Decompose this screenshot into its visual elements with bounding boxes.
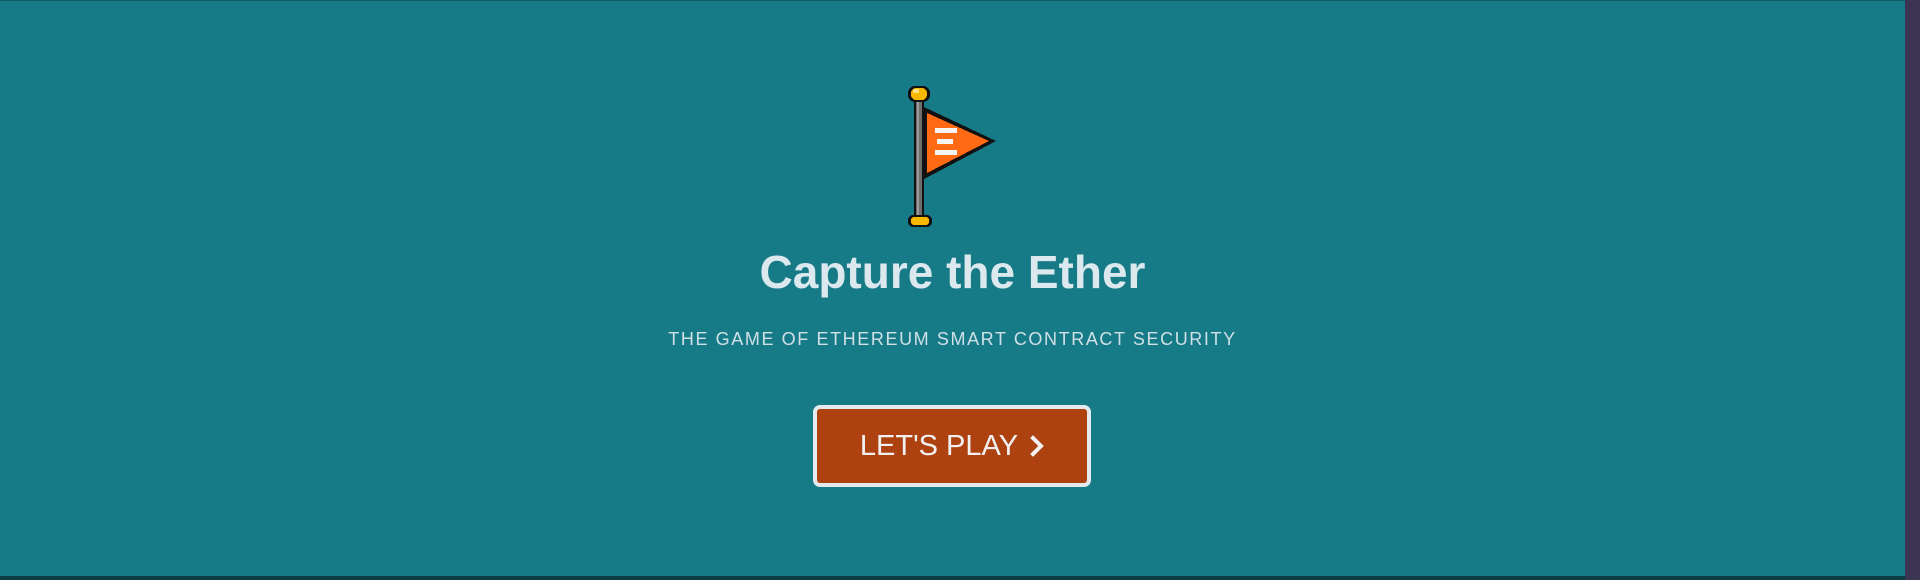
scrollbar[interactable] [1905, 0, 1920, 580]
chevron-right-icon [1030, 435, 1044, 457]
page-bottom-edge [0, 576, 1905, 580]
hero-section: Capture the Ether THE GAME OF ETHEREUM S… [0, 0, 1905, 576]
page-title: Capture the Ether [759, 246, 1146, 298]
lets-play-label: LET'S PLAY [859, 429, 1019, 462]
lets-play-button[interactable]: LET'S PLAY [813, 405, 1091, 487]
flag-icon [908, 86, 996, 227]
page-subtitle: THE GAME OF ETHEREUM SMART CONTRACT SECU… [668, 329, 1237, 349]
